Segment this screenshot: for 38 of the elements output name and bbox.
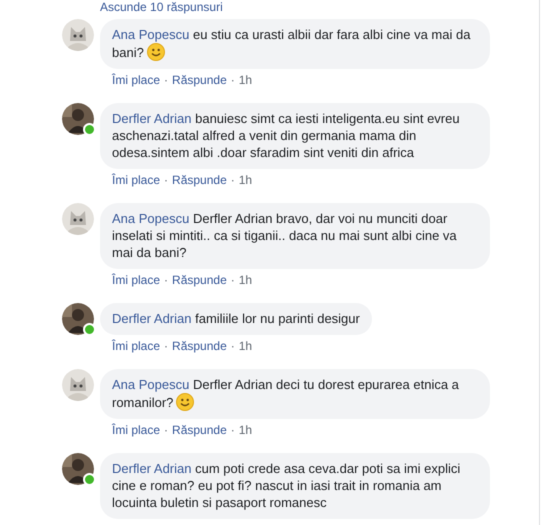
- like-link[interactable]: Îmi place: [112, 339, 160, 353]
- like-link[interactable]: Îmi place: [112, 173, 160, 187]
- author-link[interactable]: Ana Popescu: [112, 211, 190, 226]
- reply-link[interactable]: Răspunde: [172, 273, 227, 287]
- timestamp: 1h: [238, 339, 252, 353]
- timestamp: 1h: [238, 423, 252, 437]
- comment-text: Derfler Adrian cum poti crede asa ceva.dar poti sa imi explici cine e roman? eu pot fi? nascut in iasi trait in romania am locuinta buletin si pasaport romanesc: [112, 461, 460, 510]
- separator-dot: ·: [164, 423, 168, 437]
- reply-link[interactable]: Răspunde: [172, 423, 227, 437]
- timestamp: 1h: [238, 273, 252, 287]
- reply-link[interactable]: Răspunde: [172, 73, 227, 87]
- author-link[interactable]: Derfler Adrian: [112, 461, 192, 476]
- comment-text: Derfler Adrian banuiesc simt ca iesti inteligenta.eu sint evreu aschenazi.tatal alfred a venit din germania mama din odesa.sintem albi .doar sfaradim sint veniti din africa: [112, 111, 460, 160]
- author-link[interactable]: Ana Popescu: [112, 377, 190, 392]
- like-link[interactable]: Îmi place: [112, 73, 160, 87]
- like-link[interactable]: Îmi place: [112, 423, 160, 437]
- timestamp: 1h: [238, 173, 252, 187]
- separator-dot: ·: [230, 173, 235, 187]
- comment-text: Ana Popescu Derfler Adrian deci tu dorest epurarea etnica a romanilor?: [112, 377, 459, 410]
- reply-link[interactable]: Răspunde: [172, 339, 227, 353]
- author-link[interactable]: Ana Popescu: [112, 27, 190, 42]
- hide-replies-link[interactable]: Ascunde 10 răspunsuri: [0, 0, 539, 14]
- comment-text: Ana Popescu eu stiu ca urasti albii dar fara albi cine va mai da bani?: [112, 27, 470, 60]
- author-link[interactable]: Derfler Adrian: [112, 311, 192, 326]
- like-link[interactable]: Îmi place: [112, 273, 160, 287]
- separator-dot: ·: [164, 273, 168, 287]
- separator-dot: ·: [230, 423, 235, 437]
- separator-dot: ·: [230, 273, 235, 287]
- separator-dot: ·: [164, 73, 168, 87]
- reply-link[interactable]: Răspunde: [172, 173, 227, 187]
- separator-dot: ·: [164, 339, 168, 353]
- timestamp: 1h: [238, 73, 252, 87]
- comment-text: Ana Popescu Derfler Adrian bravo, dar voi nu munciti doar inselati si mintiti.. ca si tiganii.. daca nu mai sunt albi cine va mai da bani?: [112, 211, 457, 260]
- separator-dot: ·: [164, 173, 168, 187]
- author-link[interactable]: Derfler Adrian: [112, 111, 192, 126]
- separator-dot: ·: [230, 73, 235, 87]
- separator-dot: ·: [230, 339, 235, 353]
- comment-text: Derfler Adrian familiile lor nu parinti desigur: [112, 311, 360, 326]
